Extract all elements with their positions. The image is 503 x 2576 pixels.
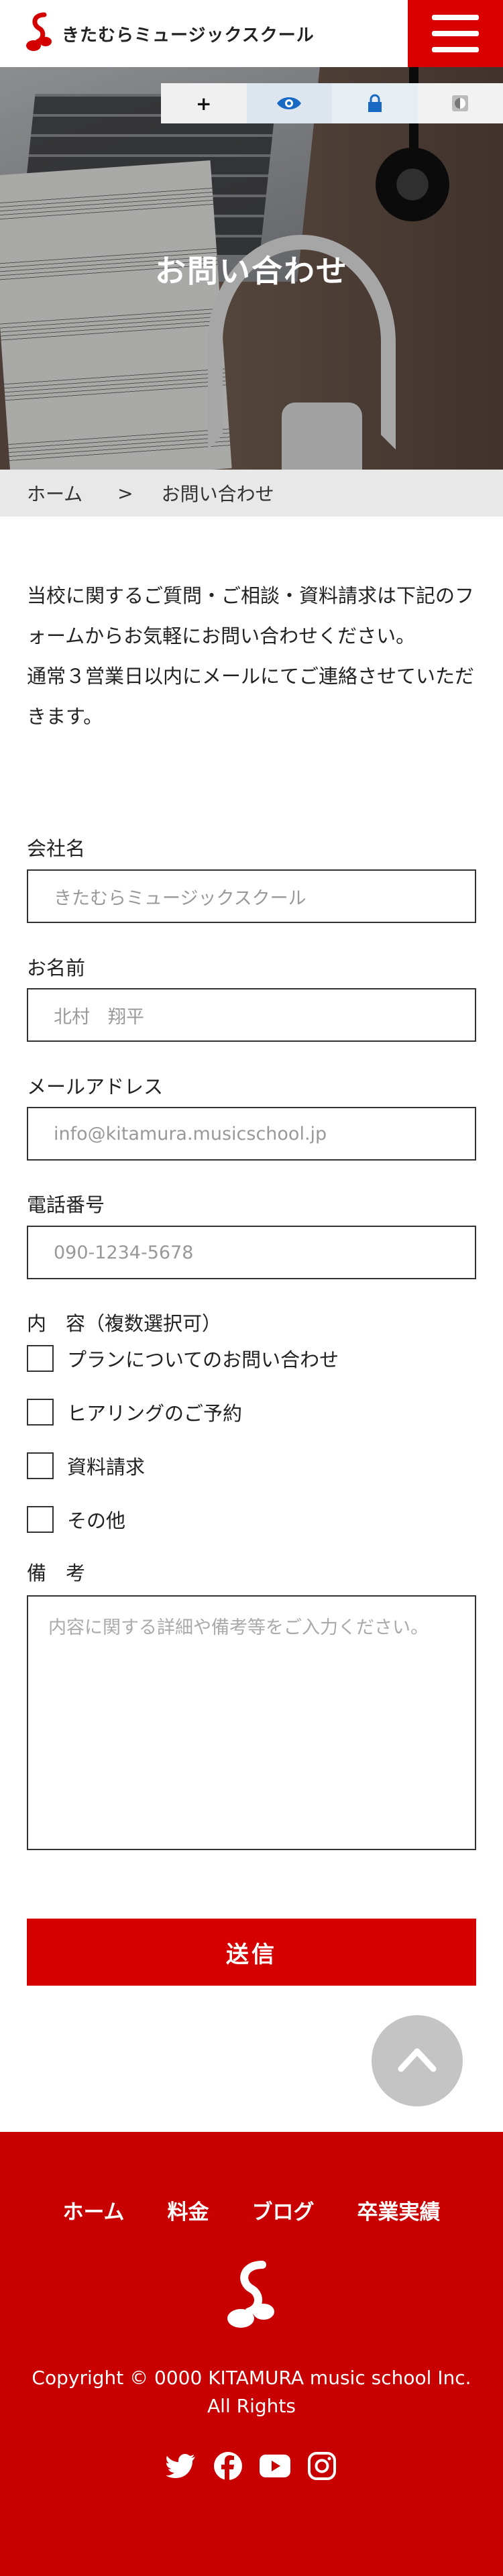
youtube-icon[interactable] (259, 2450, 291, 2482)
company-placeholder: きたむらミュージックスクール (54, 888, 306, 909)
phone-placeholder: 090-1234-5678 (54, 1242, 194, 1263)
twitter-icon[interactable] (165, 2450, 197, 2482)
option-hearing-checkbox[interactable]: ヒアリングのご予約 (27, 1398, 242, 1426)
accessibility-toolbar: + (161, 83, 503, 123)
site-footer: ホーム 料金 ブログ 卒業実績 Copyright © 0000 KITAMUR… (0, 2132, 503, 2576)
footer-nav: ホーム 料金 ブログ 卒業実績 (0, 2195, 503, 2225)
company-input[interactable]: きたむらミュージックスクール (27, 869, 476, 923)
menu-bar-icon (432, 31, 479, 36)
phone-label: 電話番号 (27, 1193, 105, 1216)
menu-bar-icon (432, 47, 479, 52)
option-other-checkbox[interactable]: その他 (27, 1505, 125, 1534)
company-label: 会社名 (27, 837, 86, 860)
name-label: お名前 (27, 957, 86, 979)
footer-logo-icon[interactable] (225, 2259, 278, 2333)
notes-placeholder: 内容に関する詳細や備考等をご入力ください。 (48, 1617, 429, 1638)
submit-button[interactable]: 送信 (27, 1919, 476, 1986)
notes-textarea[interactable]: 内容に関する詳細や備考等をご入力ください。 (27, 1595, 476, 1850)
font-size-plus-button[interactable]: + (161, 83, 247, 123)
intro-text: 当校に関するご質問・ご相談・資料請求は下記のフォームからお気軽にお問い合わせくだ… (27, 576, 476, 737)
option-label: 資料請求 (67, 1456, 146, 1479)
view-mode-button[interactable] (246, 83, 332, 123)
breadcrumb-home-link[interactable]: ホーム (27, 480, 82, 506)
option-label: ヒアリングのご予約 (67, 1402, 243, 1425)
email-input[interactable]: info@kitamura.musicschool.jp (27, 1107, 476, 1161)
intro-paragraph: 通常３営業日以内にメールにてご連絡させていただきます。 (27, 665, 475, 728)
instagram-icon[interactable] (306, 2450, 338, 2482)
logo-text: きたむらミュージックスクール (62, 25, 315, 46)
copyright-text: Copyright © 0000 KITAMURA music school I… (32, 2367, 471, 2417)
contrast-button[interactable] (417, 83, 503, 123)
checkbox[interactable] (27, 1399, 54, 1426)
option-plan-checkbox[interactable]: プランについてのお問い合わせ (27, 1344, 339, 1373)
checkbox[interactable] (27, 1345, 54, 1372)
site-header: きたむらミュージックスクール (0, 0, 503, 67)
logo-mark-icon (26, 12, 52, 51)
option-label: その他 (67, 1509, 126, 1532)
lock-icon (368, 94, 382, 112)
chevron-up-icon (398, 2048, 437, 2072)
footer-nav-price[interactable]: 料金 (168, 2195, 209, 2225)
facebook-icon[interactable] (212, 2450, 244, 2482)
checkbox[interactable] (27, 1452, 54, 1479)
hero-banner: お問い合わせ (0, 67, 503, 470)
hamburger-menu-button[interactable] (408, 0, 503, 67)
eye-icon (277, 97, 302, 109)
footer-nav-home[interactable]: ホーム (62, 2195, 124, 2225)
option-label: プランについてのお問い合わせ (67, 1348, 339, 1371)
breadcrumb-separator: > (117, 482, 133, 504)
social-links (0, 2450, 503, 2482)
checkbox[interactable] (27, 1506, 54, 1533)
back-to-top-button[interactable] (372, 2015, 463, 2106)
contrast-icon (452, 95, 469, 111)
option-brochure-checkbox[interactable]: 資料請求 (27, 1452, 145, 1480)
content-label: 内 容（複数選択可） (27, 1312, 222, 1335)
plus-icon: + (196, 92, 212, 115)
footer-nav-results[interactable]: 卒業実績 (357, 2195, 441, 2225)
breadcrumb: ホーム > お問い合わせ (0, 470, 503, 517)
intro-paragraph: 当校に関するご質問・ご相談・資料請求は下記のフォームからお気軽にお問い合わせくだ… (27, 584, 475, 647)
menu-bar-icon (432, 15, 479, 20)
lock-button[interactable] (332, 83, 418, 123)
page-title: お問い合わせ (155, 253, 348, 289)
name-placeholder: 北村 翔平 (54, 1006, 144, 1028)
email-label: メールアドレス (27, 1075, 164, 1098)
footer-nav-blog[interactable]: ブログ (252, 2195, 315, 2225)
name-input[interactable]: 北村 翔平 (27, 988, 476, 1042)
notes-label: 備 考 (27, 1562, 86, 1585)
breadcrumb-current: お問い合わせ (161, 483, 274, 505)
phone-input[interactable]: 090-1234-5678 (27, 1226, 476, 1279)
site-logo[interactable]: きたむらミュージックスクール (24, 12, 315, 55)
email-placeholder: info@kitamura.musicschool.jp (54, 1123, 327, 1144)
